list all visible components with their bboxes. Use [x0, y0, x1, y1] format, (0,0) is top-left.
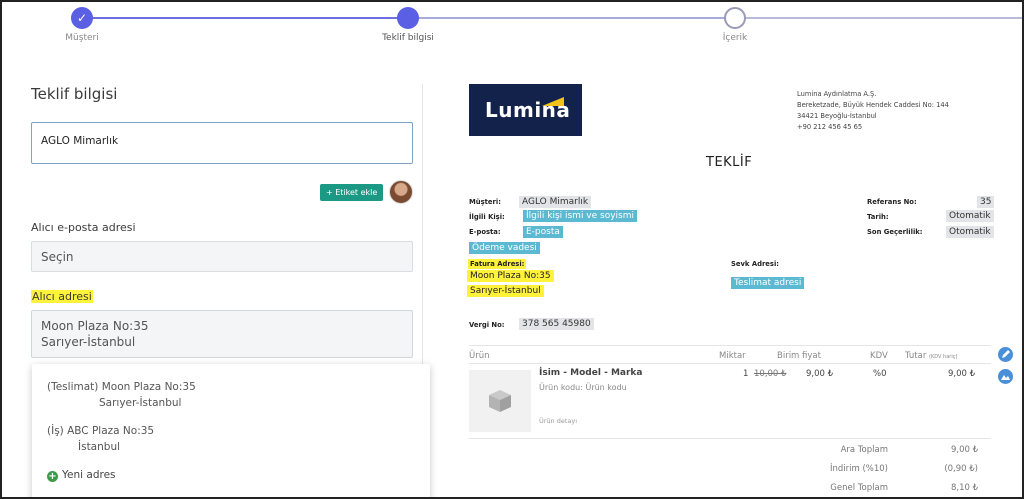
- address-line2: Sarıyer-İstanbul: [41, 335, 136, 349]
- step-teklif-circle[interactable]: [397, 7, 419, 29]
- product-vat: %0: [873, 369, 887, 379]
- image-icon[interactable]: [998, 369, 1013, 384]
- col-header-qty: Miktar: [719, 351, 746, 361]
- address-dropdown: (Teslimat) Moon Plaza No:35 Sarıyer-İsta…: [32, 364, 430, 497]
- new-address-label: Yeni adres: [62, 469, 116, 481]
- product-detail: Ürün detayı: [539, 417, 578, 425]
- option-line1: (İş) ABC Plaza No:35: [47, 425, 155, 437]
- step-connector: [82, 17, 408, 19]
- billing-address-line1: Moon Plaza No:35: [467, 270, 554, 282]
- product-total: 9,00 ₺: [948, 369, 976, 379]
- product-qty: 1: [743, 369, 749, 379]
- company-line: 34421 Beyoğlu-İstanbul: [797, 112, 877, 120]
- total-header-label: Tutar: [905, 351, 927, 361]
- box-icon: [489, 390, 511, 412]
- step-icerik-circle[interactable]: [724, 7, 746, 29]
- email-preview-label: E-posta:: [469, 228, 501, 236]
- product-image: [469, 370, 531, 432]
- step-label-teklif: Teklif bilgisi: [382, 33, 434, 43]
- product-price: 9,00 ₺: [806, 369, 834, 379]
- company-logo: Lumina: [469, 84, 582, 136]
- company-line: Bereketzade, Büyük Hendek Caddesi No: 14…: [797, 101, 949, 109]
- company-input[interactable]: AGLO Mimarlık: [31, 122, 413, 164]
- date-value[interactable]: Otomatik: [946, 210, 994, 222]
- edit-icon[interactable]: [998, 347, 1013, 362]
- table-bottom-divider: [469, 438, 991, 439]
- option-line1: (Teslimat) Moon Plaza No:35: [47, 381, 196, 393]
- tax-number-value[interactable]: 378 565 45980: [519, 318, 594, 330]
- subtotal-value: 9,00 ₺: [950, 445, 978, 455]
- email-preview-value[interactable]: E-posta: [523, 226, 563, 238]
- address-line1: Moon Plaza No:35: [41, 319, 149, 333]
- option-line2: İstanbul: [78, 441, 121, 453]
- billing-address-label: Fatura Adresi:: [468, 259, 527, 269]
- discount-value: (0,90 ₺): [944, 464, 978, 474]
- grand-total-value: 8,10 ₺: [950, 483, 978, 493]
- col-header-product: Ürün: [469, 351, 490, 361]
- progress-stepper: ✓ Müşteri Teklif bilgisi İçerik: [2, 2, 1022, 50]
- company-line: +90 212 456 45 65: [797, 123, 863, 131]
- email-select[interactable]: Seçin: [31, 241, 413, 272]
- step-label-icerik: İçerik: [722, 33, 748, 43]
- product-name: İsim - Model - Marka: [539, 368, 643, 378]
- col-header-unit-price: Birim fiyat: [777, 351, 821, 361]
- total-header-note: (KDV hariç): [929, 354, 958, 360]
- table-header-divider: [469, 363, 991, 364]
- reference-value[interactable]: 35: [977, 196, 995, 208]
- valid-until-label: Son Geçerlilik:: [867, 228, 923, 236]
- table-top-divider: [469, 345, 991, 346]
- company-line: Lumina Aydınlatma A.Ş.: [797, 90, 877, 98]
- reference-label: Referans No:: [867, 198, 917, 206]
- step-label-musteri: Müşteri: [65, 33, 99, 43]
- billing-address-line2: Sarıyer-İstanbul: [467, 285, 544, 297]
- subtotal-label: Ara Toplam: [840, 445, 888, 455]
- option-line2: Sarıyer-İstanbul: [99, 397, 182, 409]
- step-connector: [408, 17, 735, 19]
- page-title: Teklif bilgisi: [31, 85, 118, 103]
- payment-term-value[interactable]: Ödeme vadesi: [469, 242, 540, 254]
- avatar[interactable]: [389, 180, 413, 204]
- new-address-button[interactable]: + Yeni adres: [47, 469, 116, 482]
- screen: ✓ Müşteri Teklif bilgisi İçerik Teklif b…: [0, 0, 1024, 499]
- col-header-vat: KDV: [870, 351, 888, 361]
- step-musteri-circle[interactable]: ✓: [71, 7, 93, 29]
- valid-until-value[interactable]: Otomatik: [946, 226, 994, 238]
- shipping-address-value[interactable]: Teslimat adresi: [731, 277, 805, 289]
- document-title: TEKLİF: [706, 155, 753, 170]
- contact-value[interactable]: İlgili kişi ismi ve soyismi: [523, 210, 638, 222]
- contact-label: İlgili Kişi:: [469, 213, 505, 221]
- customer-value[interactable]: AGLO Mimarlık: [519, 196, 592, 208]
- check-icon: ✓: [76, 11, 88, 25]
- product-old-price: 10,00 ₺: [754, 369, 787, 379]
- plus-icon: +: [47, 471, 58, 482]
- shipping-address-label: Sevk Adresi:: [731, 260, 780, 268]
- email-label: Alıcı e-posta adresi: [31, 221, 136, 234]
- customer-label: Müşteri:: [469, 198, 501, 206]
- company-info: Lumina Aydınlatma A.Ş. Bereketzade, Büyü…: [797, 89, 949, 133]
- date-label: Tarih:: [867, 213, 889, 221]
- address-option-delivery[interactable]: (Teslimat) Moon Plaza No:35 Sarıyer-İsta…: [47, 379, 196, 411]
- address-field[interactable]: Moon Plaza No:35 Sarıyer-İstanbul: [31, 310, 413, 358]
- address-label: Alıcı adresi: [31, 290, 93, 303]
- tax-number-label: Vergi No:: [469, 321, 505, 329]
- step-connector: [735, 17, 1022, 19]
- add-tag-button[interactable]: + Etiket ekle: [320, 184, 384, 201]
- address-option-work[interactable]: (İş) ABC Plaza No:35 İstanbul: [47, 423, 154, 455]
- col-header-total: Tutar (KDV hariç): [905, 351, 957, 361]
- product-code: Ürün kodu: Ürün kodu: [539, 383, 627, 392]
- grand-total-label: Genel Toplam: [830, 483, 888, 493]
- discount-label: İndirim (%10): [829, 464, 888, 474]
